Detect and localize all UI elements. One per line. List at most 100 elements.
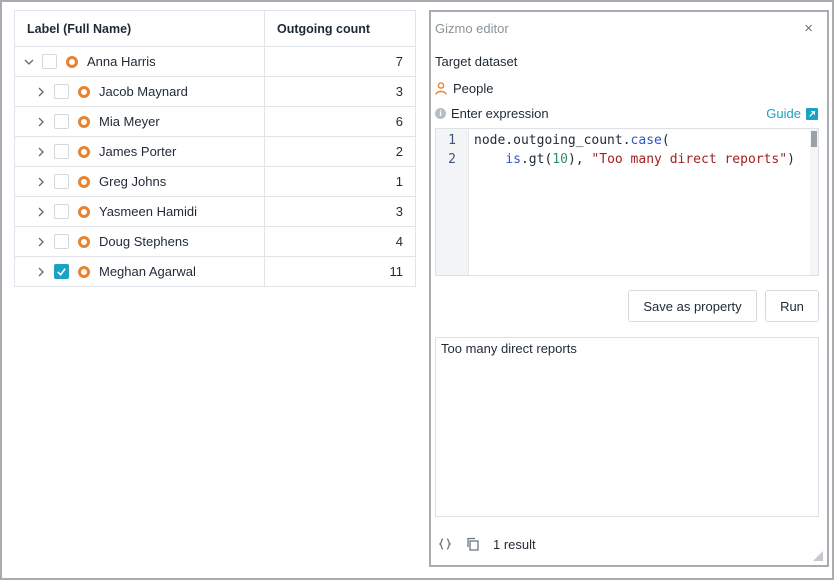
node-icon [78,265,90,278]
code-token: ), [567,152,592,167]
external-link-icon [806,107,818,120]
close-icon[interactable]: × [804,20,813,37]
row-name: Mia Meyer [99,114,160,129]
code-line-2: is.gt(10), "Too many direct reports") [474,150,818,169]
label-cell: Greg Johns [15,167,265,196]
results-table: Label (Full Name) Outgoing count Anna Ha… [14,10,416,287]
guide-link[interactable]: Guide [766,106,818,121]
outgoing-count-cell: 7 [395,54,403,69]
line-number: 2 [448,152,456,167]
row-name: Anna Harris [87,54,156,69]
row-name: Greg Johns [99,174,167,189]
run-button[interactable]: Run [765,290,819,322]
result-count: 1 result [493,536,536,552]
editor-footer: 1 result [437,534,821,554]
table-row[interactable]: Anna Harris 7 [15,47,415,77]
expression-label: Enter expression [451,106,549,121]
outgoing-count-cell: 1 [395,174,403,189]
table-row[interactable]: Jacob Maynard 3 [15,77,415,107]
node-icon [66,55,78,68]
code-token: is [505,152,521,167]
outgoing-count-cell: 4 [395,234,403,249]
label-cell: Anna Harris [15,47,265,76]
row-checkbox[interactable] [54,204,69,219]
guide-label: Guide [766,106,801,121]
code-token: node.outgoing_count. [474,133,631,148]
row-name: Meghan Agarwal [99,264,196,279]
app-frame: Label (Full Name) Outgoing count Anna Ha… [0,0,834,580]
row-checkbox[interactable] [54,264,69,279]
column-header-label[interactable]: Label (Full Name) [15,11,265,46]
label-cell: Jacob Maynard [15,77,265,106]
row-checkbox[interactable] [54,84,69,99]
chevron-right-icon[interactable] [34,235,48,249]
code-scrollbar-thumb[interactable] [811,131,817,147]
row-checkbox[interactable] [54,114,69,129]
chevron-down-icon[interactable] [22,55,36,69]
person-icon [435,82,447,95]
row-name: Jacob Maynard [99,84,188,99]
info-icon[interactable]: i [435,108,446,119]
outgoing-count-cell: 6 [395,114,403,129]
chevron-right-icon[interactable] [34,145,48,159]
row-name: Doug Stephens [99,234,189,249]
label-cell: Mia Meyer [15,107,265,136]
line-number-gutter: 1 2 [436,129,469,275]
row-checkbox[interactable] [42,54,57,69]
table-body: Anna Harris 7 Jacob Maynard 3 Mia Meyer 6 Jame… [15,47,415,287]
row-checkbox[interactable] [54,234,69,249]
node-icon [78,85,90,98]
save-as-property-button[interactable]: Save as property [628,290,757,322]
node-icon [78,115,90,128]
column-header-outgoing-count[interactable]: Outgoing count [265,11,415,46]
node-icon [78,235,90,248]
table-row[interactable]: James Porter 2 [15,137,415,167]
chevron-right-icon[interactable] [34,205,48,219]
code-token: ( [661,133,670,148]
code-token: ) [787,152,795,167]
outgoing-count-cell: 3 [395,204,403,219]
row-checkbox[interactable] [54,174,69,189]
table-row[interactable]: Yasmeen Hamidi 3 [15,197,415,227]
copy-icon[interactable] [465,536,481,552]
row-checkbox[interactable] [54,144,69,159]
outgoing-count-cell: 2 [395,144,403,159]
code-token: case [630,133,662,148]
label-cell: Meghan Agarwal [15,257,265,286]
line-number: 1 [448,133,456,148]
output-area: Too many direct reports [435,337,819,517]
table-row[interactable]: Mia Meyer 6 [15,107,415,137]
row-name: James Porter [99,144,177,159]
table-row[interactable]: Meghan Agarwal 11 [15,257,415,287]
code-scrollbar[interactable] [810,129,818,275]
chevron-right-icon[interactable] [34,115,48,129]
node-icon [78,145,90,158]
code-token: 10 [552,152,568,167]
braces-icon[interactable] [437,536,453,552]
outgoing-count-cell: 3 [395,84,403,99]
chevron-right-icon[interactable] [34,265,48,279]
expression-code-editor[interactable]: 1 2 node.outgoing_count.case( is.gt(10),… [435,128,819,276]
target-dataset[interactable]: People [435,81,493,96]
chevron-right-icon[interactable] [34,175,48,189]
output-text: Too many direct reports [441,341,577,356]
resize-handle-icon[interactable] [813,551,823,561]
table-row[interactable]: Greg Johns 1 [15,167,415,197]
code-token: .gt( [520,152,553,167]
expression-label-row: i Enter expression [435,106,549,121]
code-line-1: node.outgoing_count.case( [474,131,818,150]
table-header: Label (Full Name) Outgoing count [15,11,415,47]
code-token: "Too many direct reports" [591,152,788,167]
node-icon [78,175,90,188]
table-row[interactable]: Doug Stephens 4 [15,227,415,257]
panel-title: Gizmo editor [435,21,509,36]
code-content[interactable]: node.outgoing_count.case( is.gt(10), "To… [469,129,818,275]
label-cell: James Porter [15,137,265,166]
label-cell: Yasmeen Hamidi [15,197,265,226]
target-dataset-name: People [453,81,494,96]
chevron-right-icon[interactable] [34,85,48,99]
outgoing-count-cell: 11 [389,264,404,279]
row-name: Yasmeen Hamidi [99,204,198,219]
gizmo-editor-panel: Gizmo editor × Target dataset People i E… [429,10,829,567]
